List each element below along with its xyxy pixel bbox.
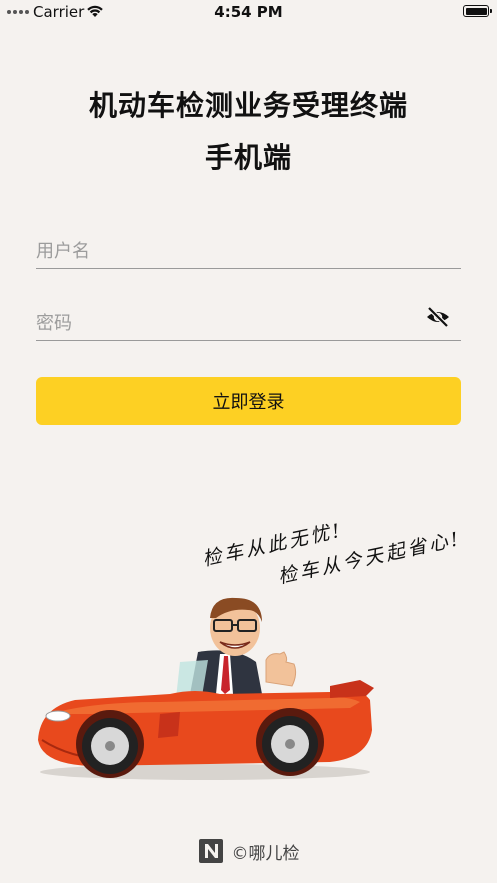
username-field-container (36, 228, 461, 269)
n-logo-icon (198, 839, 223, 863)
login-button[interactable]: 立即登录 (36, 377, 461, 425)
password-input[interactable] (36, 313, 416, 334)
footer: ©哪儿检 (0, 838, 497, 864)
app-title: 机动车检测业务受理终端 (88, 89, 408, 122)
battery-icon (463, 5, 492, 17)
copyright-text: ©哪儿检 (231, 843, 300, 864)
man-in-red-convertible-illustration (38, 597, 374, 780)
password-field-container (36, 300, 461, 341)
app-subtitle: 手机端 (204, 141, 292, 174)
username-input[interactable] (36, 241, 416, 262)
status-bar: Carrier 4:54 PM (0, 0, 497, 24)
clock: 4:54 PM (214, 3, 283, 21)
eye-slash-icon[interactable] (425, 306, 451, 328)
